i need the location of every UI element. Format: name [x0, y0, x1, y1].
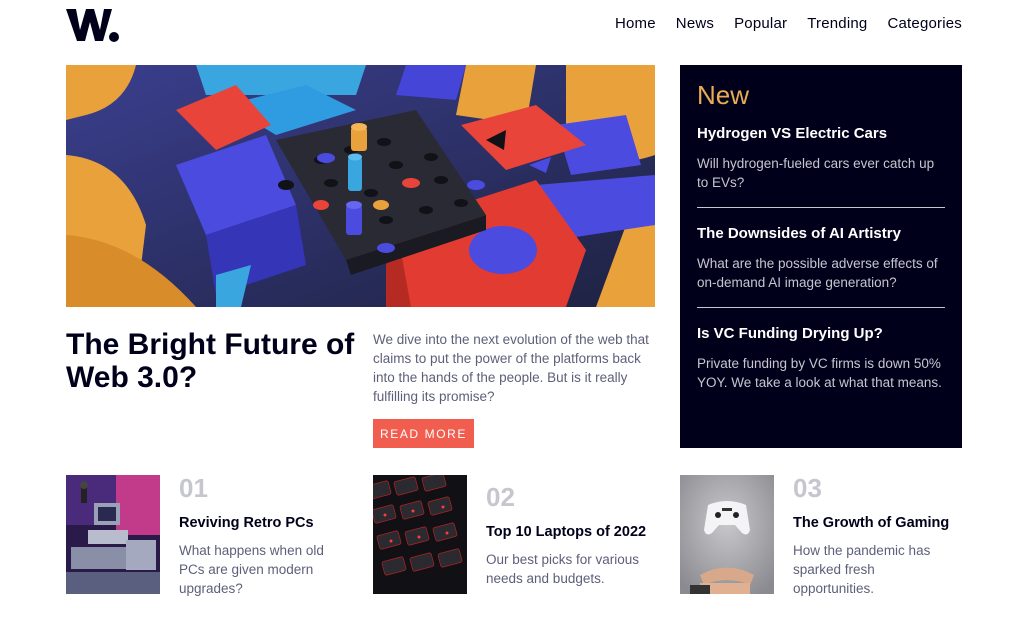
gaming-controller-thumbnail[interactable] [680, 475, 774, 594]
card-number: 02 [486, 482, 515, 512]
article-card-3[interactable]: 03 The Growth of Gaming How the pandemic… [680, 473, 953, 596]
card-number: 01 [179, 473, 208, 503]
new-item-title[interactable]: The Downsides of AI Artistry [697, 224, 945, 244]
card-description: How the pandemic has sparked fresh oppor… [793, 543, 931, 596]
nav-popular[interactable]: Popular [734, 15, 787, 32]
new-item-description: Will hydrogen-fueled cars ever catch up … [697, 156, 935, 190]
hero-title: The Bright Future of Web 3.0? [66, 328, 355, 394]
retro-pc-thumbnail[interactable] [66, 475, 160, 594]
new-item-description: Private funding by VC firms is down 50% … [697, 356, 942, 390]
new-item[interactable]: The Downsides of AI Artistry What are th… [697, 224, 945, 308]
hero-image [66, 65, 655, 307]
nav-trending[interactable]: Trending [807, 15, 867, 32]
read-more-button[interactable]: READ MORE [373, 419, 474, 448]
card-description: What happens when old PCs are given mode… [179, 543, 324, 596]
card-title[interactable]: The Growth of Gaming [793, 513, 953, 533]
nav-news[interactable]: News [676, 15, 714, 32]
brand-logo[interactable]: W. [66, 8, 120, 42]
new-item-title[interactable]: Hydrogen VS Electric Cars [697, 124, 945, 144]
article-card-2[interactable]: 02 Top 10 Laptops of 2022 Our best picks… [373, 475, 646, 595]
new-panel: New Hydrogen VS Electric Cars Will hydro… [680, 65, 962, 448]
card-number: 03 [793, 473, 822, 503]
card-title[interactable]: Reviving Retro PCs [179, 513, 339, 533]
nav-home[interactable]: Home [615, 15, 656, 32]
new-item-description: What are the possible adverse effects of… [697, 256, 938, 290]
card-title[interactable]: Top 10 Laptops of 2022 [486, 522, 646, 542]
new-item-title[interactable]: Is VC Funding Drying Up? [697, 324, 945, 344]
card-description: Our best picks for various needs and bud… [486, 552, 640, 586]
new-item[interactable]: Is VC Funding Drying Up? Private funding… [697, 324, 945, 407]
laptop-keyboard-thumbnail[interactable] [373, 475, 467, 594]
article-card-1[interactable]: 01 Reviving Retro PCs What happens when … [66, 473, 339, 596]
hero-description: We dive into the next evolution of the w… [373, 332, 649, 404]
nav-categories[interactable]: Categories [887, 15, 962, 32]
main-nav: Home News Popular Trending Categories [615, 15, 962, 32]
logo-text: W. [66, 8, 68, 9]
new-item[interactable]: Hydrogen VS Electric Cars Will hydrogen-… [697, 124, 945, 208]
new-heading: New [697, 80, 750, 110]
